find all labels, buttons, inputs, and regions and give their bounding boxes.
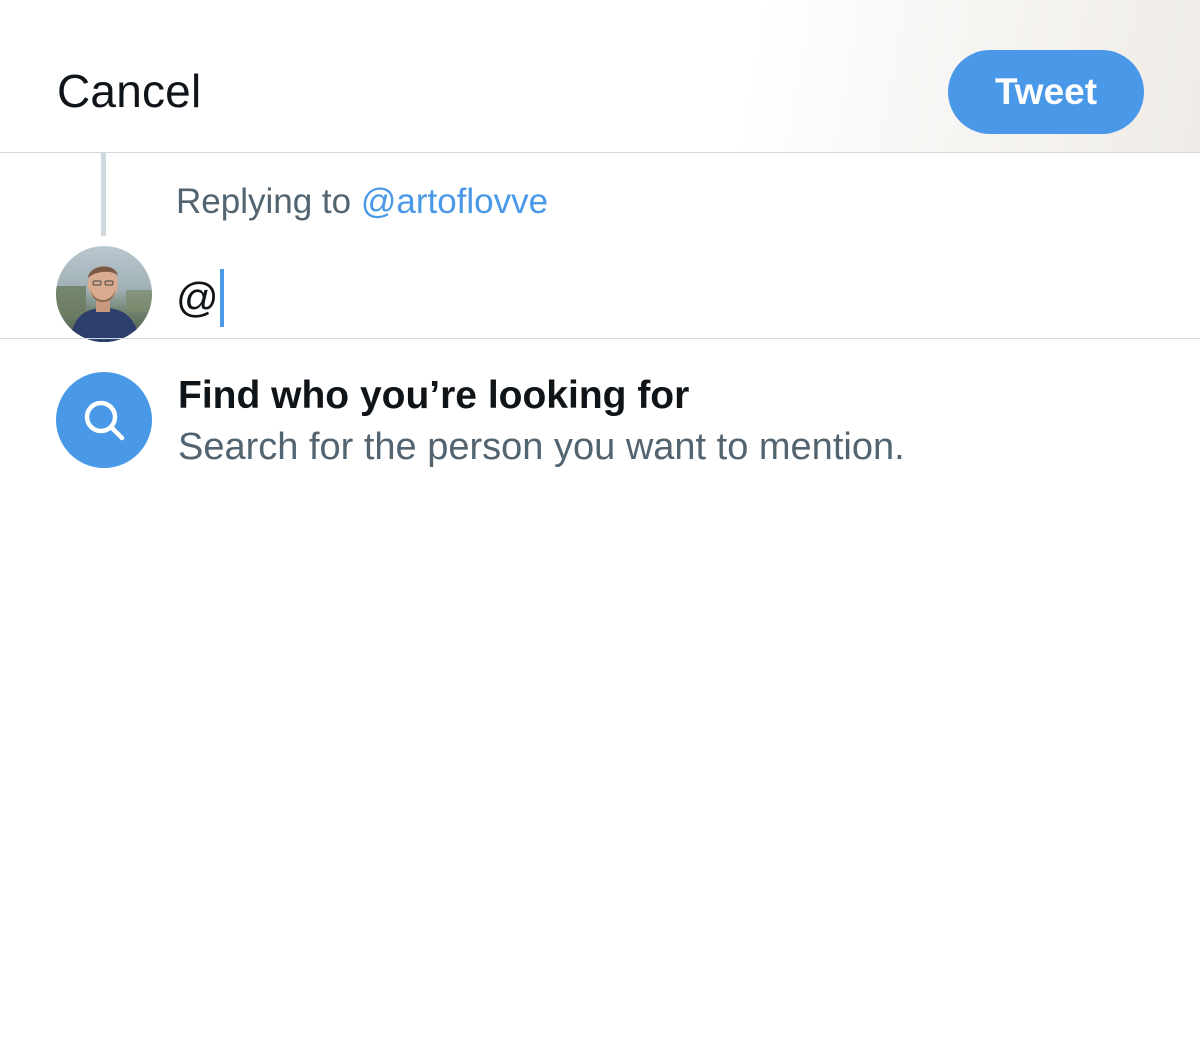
suggestion-title: Find who you’re looking for	[178, 374, 690, 417]
replying-to-label: Replying to @artoflovve	[176, 180, 548, 224]
compose-header: Cancel Tweet	[0, 0, 1200, 153]
tweet-button[interactable]: Tweet	[948, 50, 1144, 134]
compose-text: @	[176, 274, 219, 321]
cancel-button[interactable]: Cancel	[57, 62, 201, 120]
search-icon	[56, 372, 152, 468]
suggestion-subtitle: Search for the person you want to mentio…	[178, 426, 905, 468]
compose-tweet-screen: Cancel Tweet Replying to @artoflovve @ F…	[0, 0, 1200, 1064]
thread-connector-line	[101, 152, 106, 236]
avatar[interactable]	[56, 246, 152, 342]
avatar-photo	[56, 246, 152, 342]
text-caret	[219, 269, 224, 327]
replying-to-handle[interactable]: @artoflovve	[361, 182, 548, 221]
mention-search-suggestion[interactable]: Find who you’re looking for Search for t…	[0, 339, 1200, 489]
replying-to-prefix: Replying to	[176, 182, 361, 221]
compose-input[interactable]: @	[176, 268, 224, 328]
